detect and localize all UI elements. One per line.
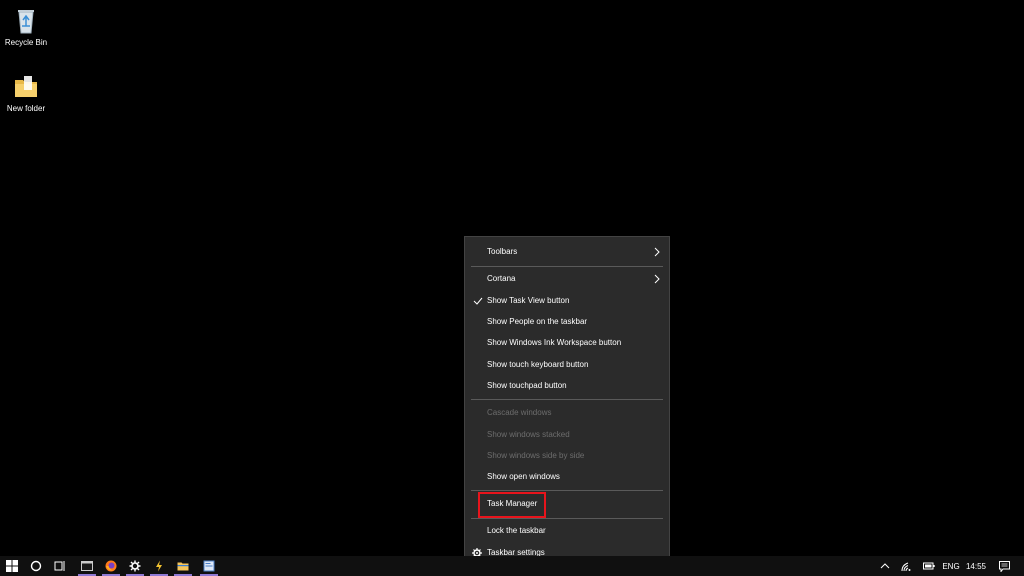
menu-item-task-manager[interactable]: Task Manager: [465, 494, 669, 514]
menu-item-show-windows-side-by-side: Show windows side by side: [465, 446, 669, 466]
taskbar-app-firefox[interactable]: [100, 556, 122, 576]
desktop-icon-recycle-bin[interactable]: Recycle Bin: [0, 6, 52, 48]
cortana-button[interactable]: [24, 556, 48, 576]
menu-item-label: Show Task View button: [487, 296, 570, 305]
menu-item-show-open-windows[interactable]: Show open windows: [465, 467, 669, 487]
recycle-bin-icon: [18, 10, 34, 34]
menu-item-label: Show windows stacked: [487, 430, 570, 439]
code-editor-icon: [156, 560, 162, 572]
taskbar-app-document-viewer[interactable]: [198, 556, 220, 576]
wifi-icon: [901, 562, 911, 572]
taskbar: ENG 14:55: [0, 556, 1024, 576]
desktop-icon-new-folder[interactable]: New folder: [0, 72, 52, 114]
menu-item-lock-taskbar[interactable]: Lock the taskbar: [465, 521, 669, 541]
menu-item-label: Show windows side by side: [487, 451, 585, 460]
network-button[interactable]: [898, 556, 916, 576]
battery-icon: [923, 562, 935, 570]
menu-separator: [471, 399, 663, 400]
menu-item-label: Task Manager: [487, 499, 538, 508]
menu-item-show-touch-keyboard[interactable]: Show touch keyboard button: [465, 355, 669, 375]
task-view-icon: [54, 561, 65, 571]
file-explorer-icon: [177, 562, 189, 571]
menu-item-label: Show touch keyboard button: [487, 360, 589, 369]
cortana-circle-icon: [30, 560, 42, 572]
terminal-icon: [81, 561, 93, 571]
show-hidden-icons-button[interactable]: [876, 556, 894, 576]
menu-item-label: Show touchpad button: [487, 381, 567, 390]
notification-icon: [998, 560, 1010, 572]
task-view-button[interactable]: [48, 556, 72, 576]
desktop-icon-label: New folder: [6, 104, 46, 113]
taskbar-context-menu: Toolbars Cortana Show Task View button S…: [464, 236, 670, 566]
taskbar-app-code-editor[interactable]: [148, 556, 170, 576]
checkmark-icon: [473, 297, 483, 305]
clock[interactable]: 14:55: [964, 556, 988, 576]
folder-icon: [15, 76, 37, 97]
menu-separator: [471, 518, 663, 519]
menu-item-cortana[interactable]: Cortana: [465, 269, 669, 289]
settings-gear-icon: [129, 560, 141, 572]
desktop-icon-label: Recycle Bin: [4, 38, 48, 47]
menu-item-label: Toolbars: [487, 247, 518, 256]
menu-item-show-touchpad[interactable]: Show touchpad button: [465, 376, 669, 396]
taskbar-app-settings[interactable]: [124, 556, 146, 576]
menu-item-label: Lock the taskbar: [487, 526, 546, 535]
taskbar-app-file-explorer[interactable]: [172, 556, 194, 576]
firefox-icon: [105, 560, 117, 572]
menu-item-label: Show People on the taskbar: [487, 317, 588, 326]
chevron-right-icon: [654, 274, 660, 284]
menu-item-show-task-view-button[interactable]: Show Task View button: [465, 291, 669, 311]
menu-separator: [471, 266, 663, 267]
windows-logo-icon: [6, 560, 18, 572]
chevron-right-icon: [654, 247, 660, 257]
menu-item-toolbars[interactable]: Toolbars: [465, 242, 669, 262]
start-button[interactable]: [0, 556, 24, 576]
menu-item-label: Cortana: [487, 274, 516, 283]
document-viewer-icon: [203, 560, 215, 572]
language-indicator[interactable]: ENG: [940, 556, 962, 576]
taskbar-app-terminal[interactable]: [76, 556, 98, 576]
menu-item-show-people[interactable]: Show People on the taskbar: [465, 312, 669, 332]
menu-item-label: Show open windows: [487, 472, 560, 481]
menu-item-label: Show Windows Ink Workspace button: [487, 338, 622, 347]
menu-item-show-ink-workspace[interactable]: Show Windows Ink Workspace button: [465, 333, 669, 353]
menu-separator: [471, 490, 663, 491]
menu-item-label: Cascade windows: [487, 408, 552, 417]
chevron-up-icon: [880, 563, 890, 569]
battery-button[interactable]: [920, 556, 938, 576]
menu-item-show-windows-stacked: Show windows stacked: [465, 425, 669, 445]
menu-item-cascade-windows: Cascade windows: [465, 403, 669, 423]
action-center-button[interactable]: [994, 556, 1014, 576]
